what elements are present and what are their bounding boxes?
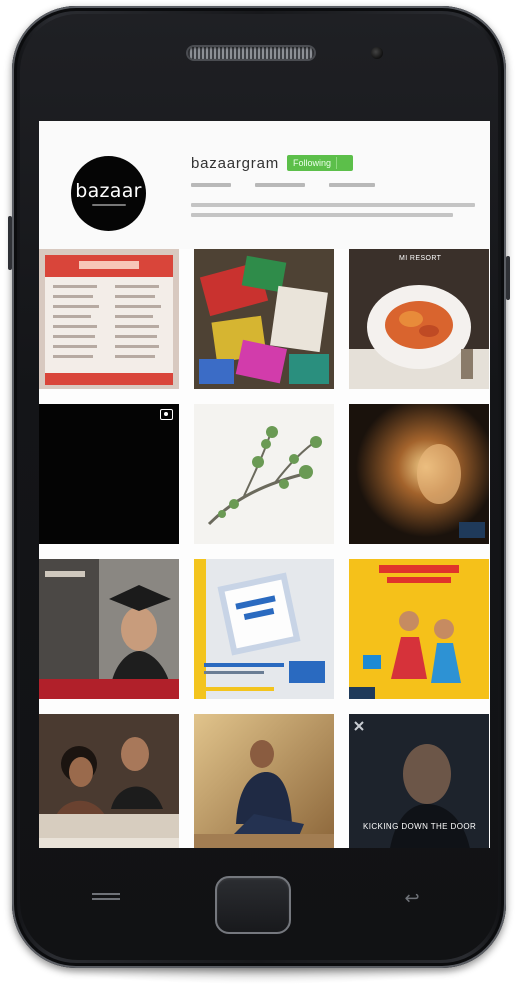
posts-grid: MI RESORT KICKING DOWN THE DOOR: [39, 249, 490, 848]
video-icon: [160, 409, 173, 420]
menu-card-image: [39, 249, 179, 389]
power-key[interactable]: [506, 256, 510, 300]
following-button-label: Following: [293, 158, 332, 168]
back-key-icon[interactable]: ↩: [398, 888, 426, 908]
front-camera: [371, 47, 383, 59]
plant-branch-image: [194, 404, 334, 544]
profile-header: bazaar bazaargram Following: [39, 121, 490, 249]
post-tile[interactable]: [194, 404, 334, 544]
menu-key-icon[interactable]: [92, 890, 120, 908]
man-stairs-image: [194, 714, 334, 848]
post-tile[interactable]: [39, 714, 179, 848]
post-tile[interactable]: [39, 559, 179, 699]
dropdown-icon: [336, 157, 347, 169]
post-tile[interactable]: [194, 559, 334, 699]
earpiece-speaker: [188, 47, 314, 59]
home-button-icon[interactable]: [215, 876, 291, 934]
profile-stats: [191, 181, 379, 191]
profile-username: bazaargram: [191, 154, 280, 172]
graduate-image: [39, 559, 179, 699]
post-tile[interactable]: [194, 249, 334, 389]
username-row: bazaargram Following: [191, 152, 354, 174]
gifts-image: [194, 249, 334, 389]
pasta-plate-image: [349, 249, 489, 389]
bio-text-blur: [191, 203, 475, 217]
profile-bio: [191, 202, 481, 226]
post-tile[interactable]: MI RESORT: [349, 249, 489, 389]
phone-screen: bazaar bazaargram Following MI RESORT KI…: [39, 121, 490, 848]
post-caption: MI RESORT: [399, 255, 442, 262]
post-caption: KICKING DOWN THE DOOR: [363, 822, 477, 831]
post-tile[interactable]: [349, 559, 489, 699]
profile-avatar[interactable]: bazaar: [71, 156, 146, 231]
post-tile[interactable]: [194, 714, 334, 848]
yellow-sale-image: [349, 559, 489, 699]
avatar-logo-subline: [91, 204, 126, 206]
post-tile[interactable]: [39, 249, 179, 389]
menu-line: [92, 893, 120, 895]
couple-image: [39, 714, 179, 848]
menu-line: [92, 898, 120, 900]
followers-count[interactable]: [255, 181, 309, 191]
post-tile[interactable]: KICKING DOWN THE DOOR: [349, 714, 489, 848]
post-tile[interactable]: [349, 404, 489, 544]
following-button[interactable]: Following: [287, 155, 354, 171]
posts-count[interactable]: [191, 181, 235, 191]
post-tile[interactable]: [39, 404, 179, 544]
avatar-logo-text: bazaar: [75, 180, 142, 202]
candle-light-image: [349, 404, 489, 544]
following-count[interactable]: [329, 181, 379, 191]
volume-key[interactable]: [8, 216, 12, 270]
book-image: [194, 559, 334, 699]
